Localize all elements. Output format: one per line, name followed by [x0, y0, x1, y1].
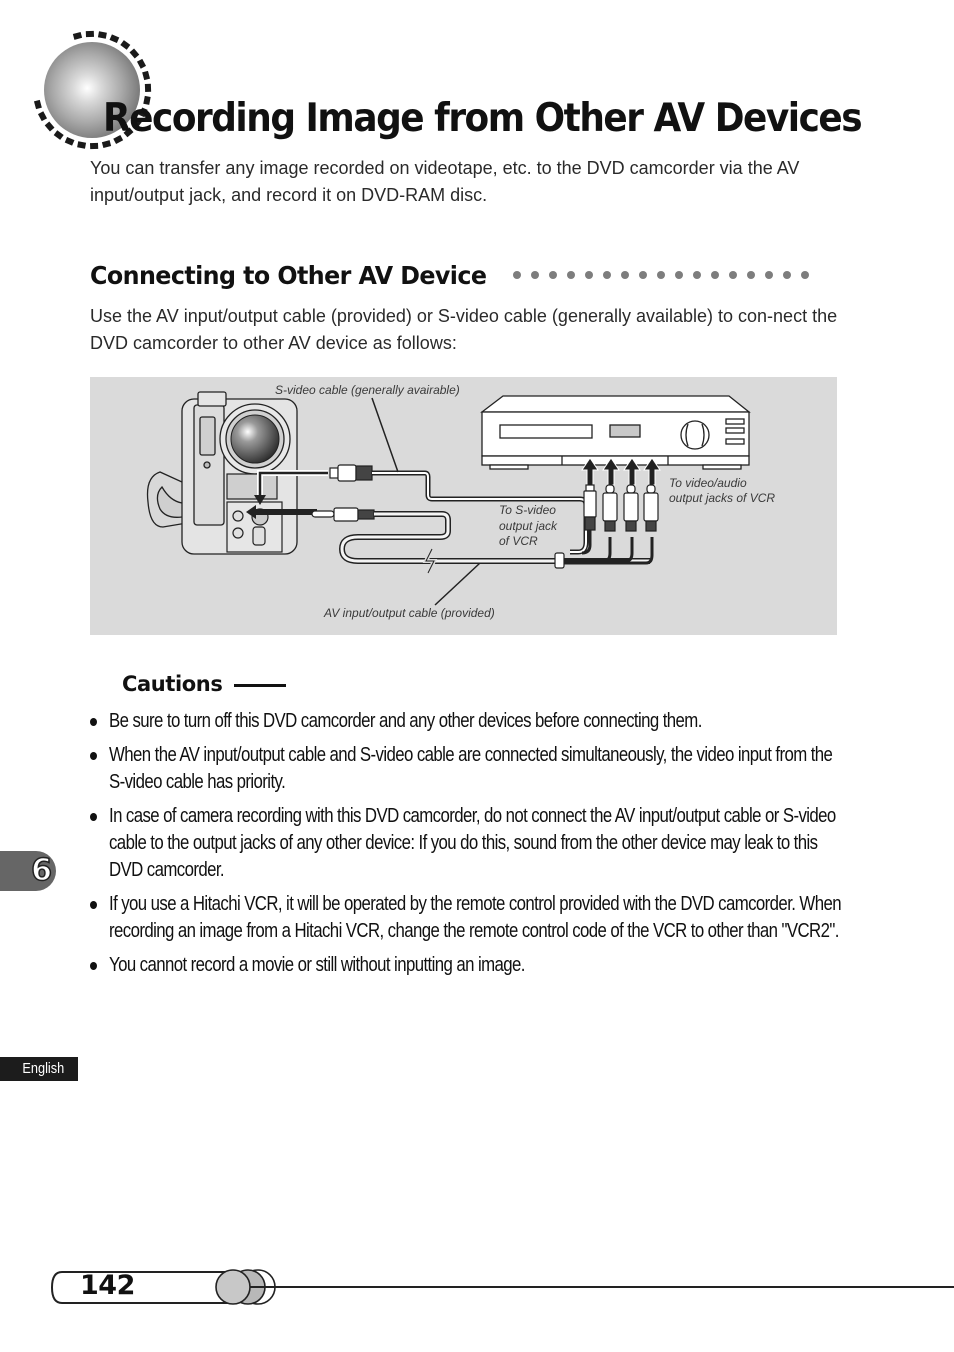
vcr-end-plugs: [583, 484, 659, 532]
caution-item: You cannot record a movie or still witho…: [90, 952, 850, 979]
language-tab: English: [0, 1057, 78, 1081]
label-s-video-cable: S-video cable (generally avairable): [275, 383, 460, 397]
disc-tick: [97, 31, 107, 39]
caution-item: Be sure to turn off this DVD camcorder a…: [90, 708, 850, 735]
disc-tick: [64, 136, 75, 146]
connection-diagram: S-video cable (generally avairable) AV i…: [90, 377, 837, 635]
caution-item: If you use a Hitachi VCR, it will be ope…: [90, 891, 850, 945]
bullet-icon: [90, 752, 97, 760]
page-footer: 142: [0, 1265, 954, 1315]
cautions-header: Cautions: [122, 672, 287, 696]
disc-tick: [37, 111, 48, 122]
leader-dot: [693, 271, 702, 279]
section-body: Use the AV input/output cable (provided)…: [90, 306, 838, 353]
disc-tick: [142, 70, 151, 81]
s-video-plug-camcorder: [329, 464, 373, 482]
disc-tick: [120, 40, 131, 50]
disc-tick: [89, 142, 99, 150]
av-plug-camcorder: [311, 507, 375, 522]
leader-dot: [639, 271, 648, 279]
leader-dot: [747, 271, 756, 279]
bullet-icon: [90, 901, 97, 909]
diagram-drawing: [146, 391, 751, 606]
cautions-rule: [234, 684, 287, 687]
dotted-leader: [513, 271, 810, 279]
bullet-icon: [90, 718, 97, 726]
caution-item: When the AV input/output cable and S-vid…: [90, 742, 850, 796]
caution-item: In case of camera recording with this DV…: [90, 803, 850, 884]
chapter-tab: 6: [0, 851, 56, 891]
leader-dot: [549, 271, 558, 279]
disc-tick: [136, 58, 147, 69]
disc-tick: [44, 121, 55, 132]
leader-dot: [513, 271, 522, 279]
vcr-illustration: [480, 395, 751, 470]
label-to-s-video-2: output jack: [499, 519, 558, 533]
leader-dot: [711, 271, 720, 279]
disc-tick: [129, 48, 140, 59]
disc-tick: [101, 140, 112, 149]
leader-dot: [765, 271, 774, 279]
leader-dot: [621, 271, 630, 279]
page-title: Recording Image from Other AV Devices: [103, 96, 863, 141]
label-to-s-video-3: of VCR: [499, 534, 538, 548]
leader-dot: [801, 271, 810, 279]
leader-dot: [531, 271, 540, 279]
leader-dot: [657, 271, 666, 279]
chapter-number: 6: [30, 852, 52, 889]
language-label: English: [22, 1060, 64, 1077]
page-number: 142: [80, 1270, 135, 1301]
leader-dot: [567, 271, 576, 279]
leader-dot: [729, 271, 738, 279]
intro-paragraph: You can transfer any image recorded on v…: [90, 158, 800, 205]
section-title: Connecting to Other AV Device: [90, 260, 487, 290]
section-header: Connecting to Other AV Device: [90, 257, 850, 293]
bullet-icon: [90, 962, 97, 970]
disc-tick: [109, 34, 120, 44]
leader-dot: [585, 271, 594, 279]
leader-dot: [783, 271, 792, 279]
leader-dot: [603, 271, 612, 279]
label-to-s-video-1: To S-video: [499, 503, 556, 517]
page-number-capsule-icon: [50, 1269, 954, 1305]
disc-tick: [72, 31, 83, 40]
disc-tick: [85, 30, 95, 38]
cautions-title: Cautions: [122, 672, 223, 696]
disc-tick: [144, 83, 152, 93]
disc-tick: [53, 130, 64, 140]
label-av-cable: AV input/output cable (provided): [324, 606, 495, 620]
bullet-icon: [90, 813, 97, 821]
disc-tick: [33, 99, 42, 110]
cautions-list: Be sure to turn off this DVD camcorder a…: [90, 708, 850, 986]
leader-dot: [675, 271, 684, 279]
label-to-video-audio-1: To video/audio: [669, 476, 747, 490]
disc-tick: [77, 141, 87, 149]
label-to-video-audio-2: output jacks of VCR: [669, 491, 776, 505]
